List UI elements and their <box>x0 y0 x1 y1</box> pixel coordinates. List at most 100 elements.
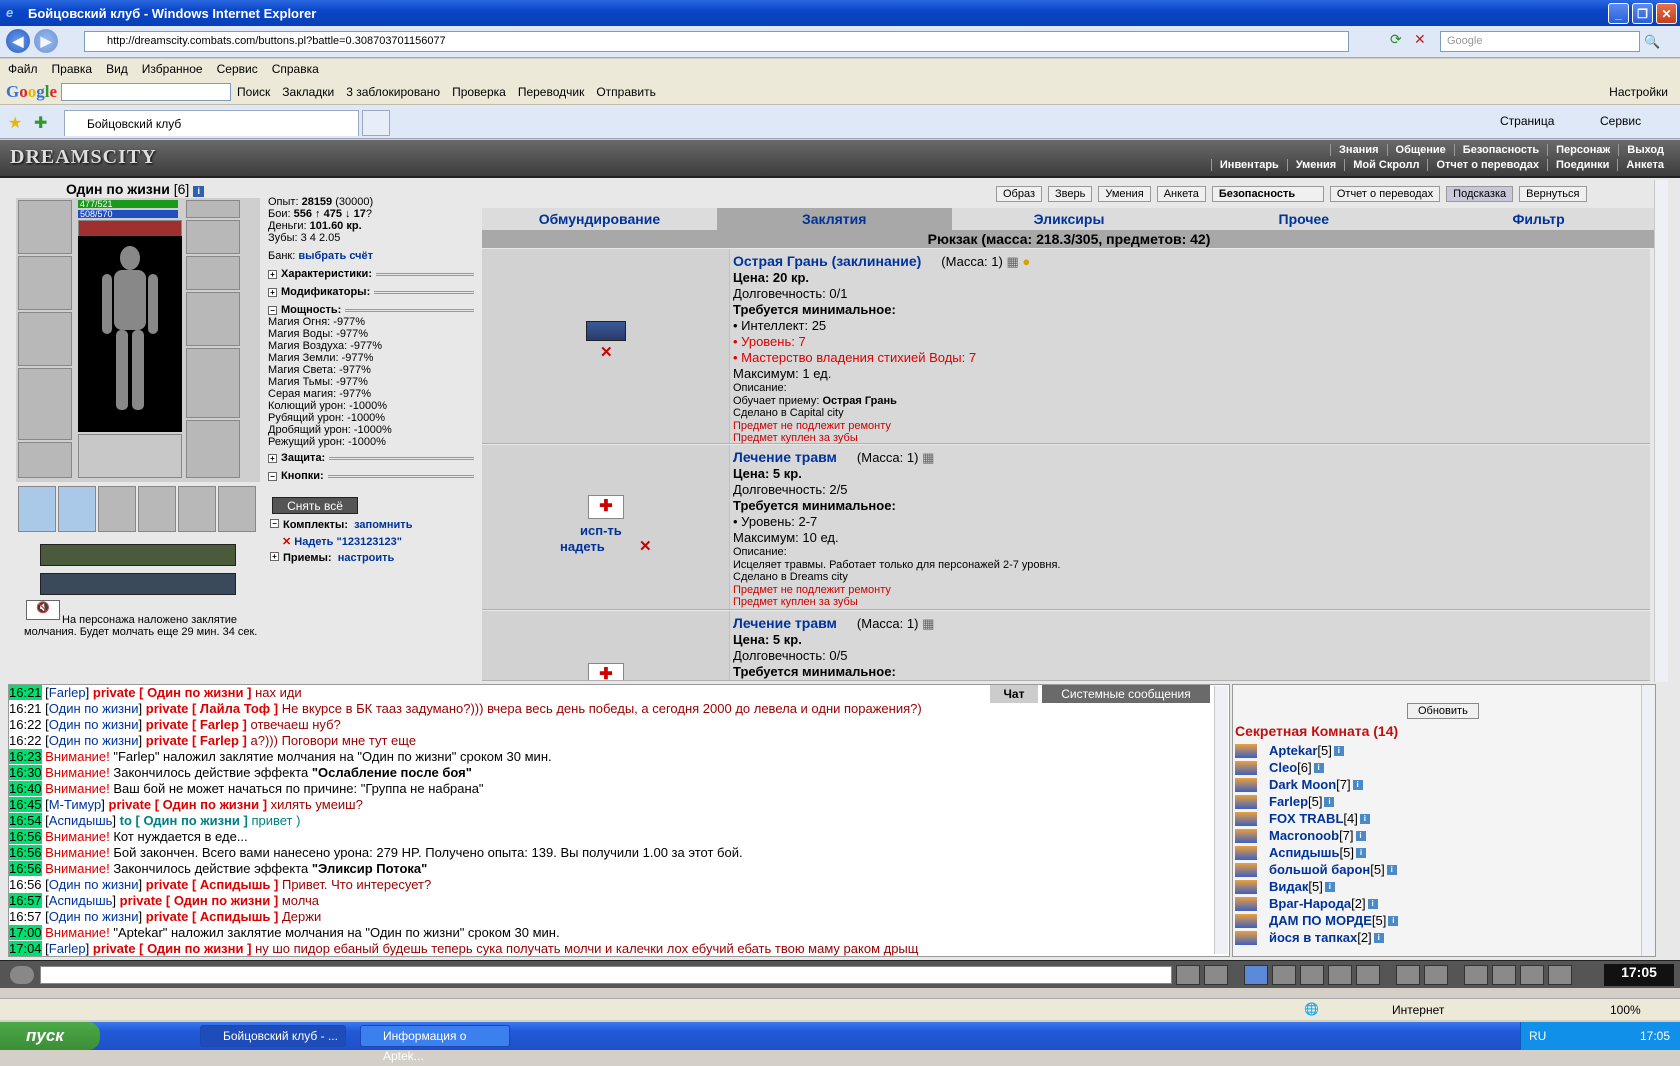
favorites-star-icon[interactable]: ★ <box>8 113 22 133</box>
room-user[interactable]: Cleo [6] i <box>1235 760 1324 775</box>
wear-item-link[interactable]: надеть <box>560 539 605 554</box>
chat-sender[interactable]: Один по жизни <box>49 877 139 892</box>
scroll-slot-5[interactable] <box>178 486 216 532</box>
menu-edit[interactable]: Правка <box>52 62 93 76</box>
chat-time[interactable]: 16:56 <box>9 845 42 860</box>
room-user[interactable]: Farlep [5] i <box>1235 794 1335 809</box>
maximize-button[interactable]: ❐ <box>1632 3 1653 24</box>
chat-time[interactable]: 17:04 <box>9 941 42 956</box>
chat-time[interactable]: 16:40 <box>9 781 42 796</box>
chat-sender[interactable]: Farlep <box>49 941 86 956</box>
home-icon[interactable] <box>1492 965 1516 985</box>
inventory-scrollbar[interactable] <box>1654 180 1668 682</box>
settings-icon[interactable] <box>1300 965 1324 985</box>
delete-item-icon[interactable]: ✕ <box>600 343 613 361</box>
task-info-aptekar[interactable]: Информация о Aptek... <box>360 1025 510 1063</box>
nav-inventory[interactable]: Инвентарь <box>1210 159 1287 171</box>
user-info-icon[interactable]: i <box>1386 864 1397 875</box>
tab-equipment[interactable]: Обмундирование <box>482 208 717 230</box>
minimize-button[interactable]: _ <box>1608 3 1629 24</box>
room-user[interactable]: йося в тапках [2] i <box>1235 930 1384 945</box>
chat-sender[interactable]: М-Тимур <box>49 797 101 812</box>
user-info-icon[interactable]: i <box>1352 779 1363 790</box>
section-modifiers[interactable]: + Модификаторы: <box>268 286 478 298</box>
chat-sender[interactable]: Один по жизни <box>49 717 139 732</box>
nav-my-scroll[interactable]: Мой Скролл <box>1344 159 1427 171</box>
tab-spells[interactable]: Заклятия <box>716 208 952 230</box>
room-user[interactable]: большой барон [5] i <box>1235 862 1397 877</box>
tab-other[interactable]: Прочее <box>1186 208 1421 230</box>
chat-recipient[interactable]: private [ Лайла Тоф ] <box>146 701 278 716</box>
close-button[interactable]: ✕ <box>1656 3 1677 24</box>
nav-security[interactable]: Безопасность <box>1453 144 1547 156</box>
chat-recipient[interactable]: private [ Один по жизни ] <box>93 941 252 956</box>
tab-system-messages[interactable]: Системные сообщения <box>1042 685 1210 703</box>
slot-rings[interactable] <box>78 434 182 478</box>
item-title[interactable]: Лечение травм <box>733 615 837 631</box>
section-buttons[interactable]: − Кнопки: <box>268 470 478 482</box>
nav-profile[interactable]: Анкета <box>1617 159 1672 171</box>
send-button[interactable]: Отправить <box>596 85 656 99</box>
user-name[interactable]: Видак <box>1269 879 1308 894</box>
user-info-icon[interactable]: i <box>1324 881 1335 892</box>
refresh-button[interactable]: Обновить <box>1407 703 1479 719</box>
skills-button[interactable]: Умения <box>1098 186 1151 202</box>
item-icon[interactable] <box>1464 965 1488 985</box>
user-name[interactable]: Aptekar <box>1269 743 1317 758</box>
return-button[interactable]: Вернуться <box>1519 186 1587 202</box>
send-message-icon[interactable] <box>1176 965 1200 985</box>
back-button[interactable]: ◀ <box>6 29 30 53</box>
chat-sender[interactable]: Один по жизни <box>49 733 139 748</box>
chat-recipient[interactable]: private [ Аспидышь ] <box>146 909 279 924</box>
slot-helmet[interactable] <box>18 200 72 254</box>
hint-button[interactable]: Подсказка <box>1446 186 1514 202</box>
pet-button[interactable]: Зверь <box>1048 186 1093 202</box>
section-tricks[interactable]: + Приемы: настроить <box>270 552 480 564</box>
room-user[interactable]: Враг-Народа [2] i <box>1235 896 1378 911</box>
user-info-icon[interactable]: i <box>1359 813 1370 824</box>
bookmarks-button[interactable]: Закладки <box>282 85 334 99</box>
google-search-button[interactable]: Поиск <box>237 85 270 99</box>
room-user[interactable]: FOX TRABL [4] i <box>1235 811 1370 826</box>
security-button[interactable]: Безопасность <box>1211 186 1324 202</box>
delete-item-icon[interactable]: ✕ <box>639 537 652 555</box>
room-user[interactable]: Macronoob [7] i <box>1235 828 1366 843</box>
chat-time[interactable]: 16:30 <box>9 765 42 780</box>
slot-boots[interactable] <box>186 420 240 478</box>
start-button[interactable]: пуск <box>0 1022 100 1050</box>
chat-recipient[interactable]: to [ Один по жизни ] <box>120 813 248 828</box>
nav-knowledge[interactable]: Знания <box>1330 144 1386 156</box>
chat-time[interactable]: 16:21 <box>9 701 42 716</box>
scroll-slot-2[interactable] <box>58 486 96 532</box>
user-name[interactable]: Враг-Народа <box>1269 896 1351 911</box>
tricks-row-1[interactable] <box>40 544 236 566</box>
slot-bracers[interactable] <box>18 256 72 310</box>
user-name[interactable]: Dark Moon <box>1269 777 1336 792</box>
sound-icon[interactable] <box>1356 965 1380 985</box>
slot-weapon[interactable] <box>18 312 72 366</box>
menu-tools[interactable]: Сервис <box>217 62 258 76</box>
lang-indicator[interactable]: RU <box>1529 1029 1546 1043</box>
tab-chat[interactable]: Чат <box>990 685 1038 703</box>
chat-scrollbar[interactable] <box>1214 686 1228 954</box>
nav-exit[interactable]: Выход <box>1618 144 1672 156</box>
translator-button[interactable]: Переводчик <box>518 85 585 99</box>
user-name[interactable]: Farlep <box>1269 794 1308 809</box>
zoom-level[interactable]: 100% <box>1610 1003 1641 1017</box>
page-menu[interactable]: Страница <box>1500 114 1554 128</box>
chat-time[interactable]: 16:23 <box>9 749 42 764</box>
slot-earrings[interactable] <box>186 200 240 218</box>
chat-time[interactable]: 16:21 <box>9 685 42 700</box>
menu-file[interactable]: Файл <box>8 62 38 76</box>
add-favorite-icon[interactable]: ✚ <box>34 113 47 133</box>
scroll-slot-3[interactable] <box>98 486 136 532</box>
user-info-icon[interactable]: i <box>1333 745 1344 756</box>
scroll-slot-4[interactable] <box>138 486 176 532</box>
chat-time[interactable]: 16:56 <box>9 861 42 876</box>
section-sets[interactable]: − Комплекты: запомнить <box>270 519 480 531</box>
slot-armor[interactable] <box>18 368 72 440</box>
room-user[interactable]: Dark Moon [7] i <box>1235 777 1363 792</box>
remember-set-link[interactable]: запомнить <box>354 519 412 531</box>
user-info-icon[interactable]: i <box>1313 762 1324 773</box>
user-name[interactable]: Аспидышь <box>1269 845 1339 860</box>
